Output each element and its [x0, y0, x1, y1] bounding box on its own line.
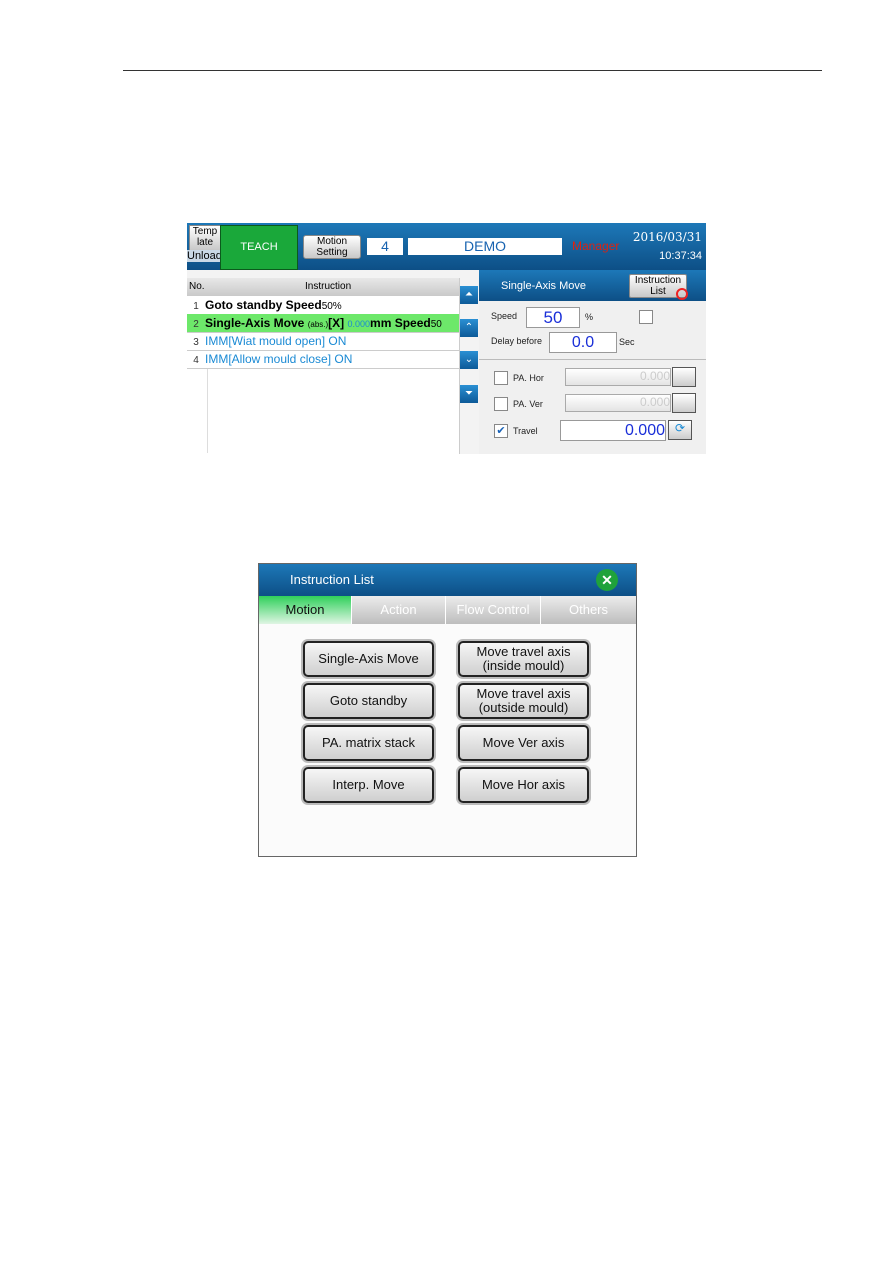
table-row[interactable]: 3 IMM[Wiat mould open] ON [187, 332, 459, 351]
template-button[interactable]: Temp late [189, 225, 221, 251]
teach-screenshot: Temp late Unload TEACH Motion Setting 4 … [187, 223, 706, 454]
delay-label: Delay before [491, 336, 543, 346]
divider [479, 359, 706, 360]
table-row[interactable]: 4 IMM[Allow mould close] ON [187, 350, 459, 369]
col-instruction: Instruction [305, 281, 352, 292]
top-bar: Temp late Unload TEACH Motion Setting 4 … [187, 223, 706, 270]
pa-ver-label: PA. Ver [513, 399, 543, 409]
instruction-panel: Single-Axis Move Instruction List Speed … [479, 270, 706, 454]
pa-hor-sync-button[interactable] [672, 367, 696, 387]
move-hor-axis-button[interactable]: Move Hor axis [458, 767, 589, 803]
dialog-title-bar: Instruction List ✕ [259, 564, 636, 596]
panel-title: Single-Axis Move [501, 280, 586, 292]
pa-hor-input[interactable]: 0.000 [565, 368, 671, 386]
instruction-list-dialog: Instruction List ✕ Motion Action Flow Co… [258, 563, 637, 857]
goto-standby-button[interactable]: Goto standby [303, 683, 434, 719]
unload-label[interactable]: Unload [187, 250, 222, 262]
column-divider [207, 369, 208, 453]
table-header: No. Instruction [187, 278, 459, 296]
program-name: DEMO [408, 238, 562, 255]
speed-label: Speed [491, 311, 518, 321]
scroll-top-button[interactable]: ⏶ [460, 286, 478, 304]
tab-motion[interactable]: Motion [259, 596, 352, 624]
pa-hor-checkbox[interactable] [494, 371, 508, 385]
move-ver-axis-button[interactable]: Move Ver axis [458, 725, 589, 761]
tab-others[interactable]: Others [541, 596, 636, 624]
pa-hor-label: PA. Hor [513, 373, 544, 383]
move-travel-outside-button[interactable]: Move travel axis (outside mould) [458, 683, 589, 719]
speed-unit: % [585, 312, 594, 322]
interp-move-button[interactable]: Interp. Move [303, 767, 434, 803]
single-axis-move-button[interactable]: Single-Axis Move [303, 641, 434, 677]
travel-sync-button[interactable]: ⟳ [668, 420, 692, 440]
col-no: No. [189, 281, 205, 292]
time: 10:37:34 [659, 250, 702, 262]
tab-flow-control[interactable]: Flow Control [446, 596, 541, 624]
pa-ver-checkbox[interactable] [494, 397, 508, 411]
travel-input[interactable]: 0.000 [560, 420, 666, 441]
move-travel-inside-button[interactable]: Move travel axis (inside mould) [458, 641, 589, 677]
delay-input[interactable]: 0.0 [549, 332, 617, 353]
table-row-selected[interactable]: 2 Single-Axis Move (abs.)[X] 0.000mm Spee… [187, 314, 459, 333]
close-button[interactable]: ✕ [596, 569, 618, 591]
pa-matrix-stack-button[interactable]: PA. matrix stack [303, 725, 434, 761]
travel-checkbox[interactable]: ✔ [494, 424, 508, 438]
delay-unit: Sec [619, 337, 635, 347]
teach-button[interactable]: TEACH [220, 225, 298, 270]
speed-input[interactable]: 50 [526, 307, 580, 328]
panel-title-bar: Single-Axis Move Instruction List [479, 270, 706, 301]
date: 2016/03/31 [632, 230, 702, 244]
dialog-title: Instruction List [290, 572, 374, 587]
instruction-table: No. Instruction 1 Goto standby Speed50% 2… [187, 278, 460, 454]
table-row[interactable]: 1 Goto standby Speed50% [187, 296, 459, 315]
scroll-down-button[interactable]: ⌄ [460, 351, 478, 369]
pa-ver-sync-button[interactable] [672, 393, 696, 413]
motion-setting-button[interactable]: Motion Setting [303, 235, 361, 259]
header-rule [123, 70, 822, 71]
scroll-up-button[interactable]: ⌃ [460, 319, 478, 337]
touch-indicator-icon [676, 288, 688, 300]
pa-ver-input[interactable]: 0.000 [565, 394, 671, 412]
travel-label: Travel [513, 426, 538, 436]
user-level: Manager [572, 239, 620, 253]
scroll-bottom-button[interactable]: ⏷ [460, 385, 478, 403]
speed-checkbox[interactable] [639, 310, 653, 324]
tab-action[interactable]: Action [352, 596, 446, 624]
program-number: 4 [367, 238, 403, 255]
